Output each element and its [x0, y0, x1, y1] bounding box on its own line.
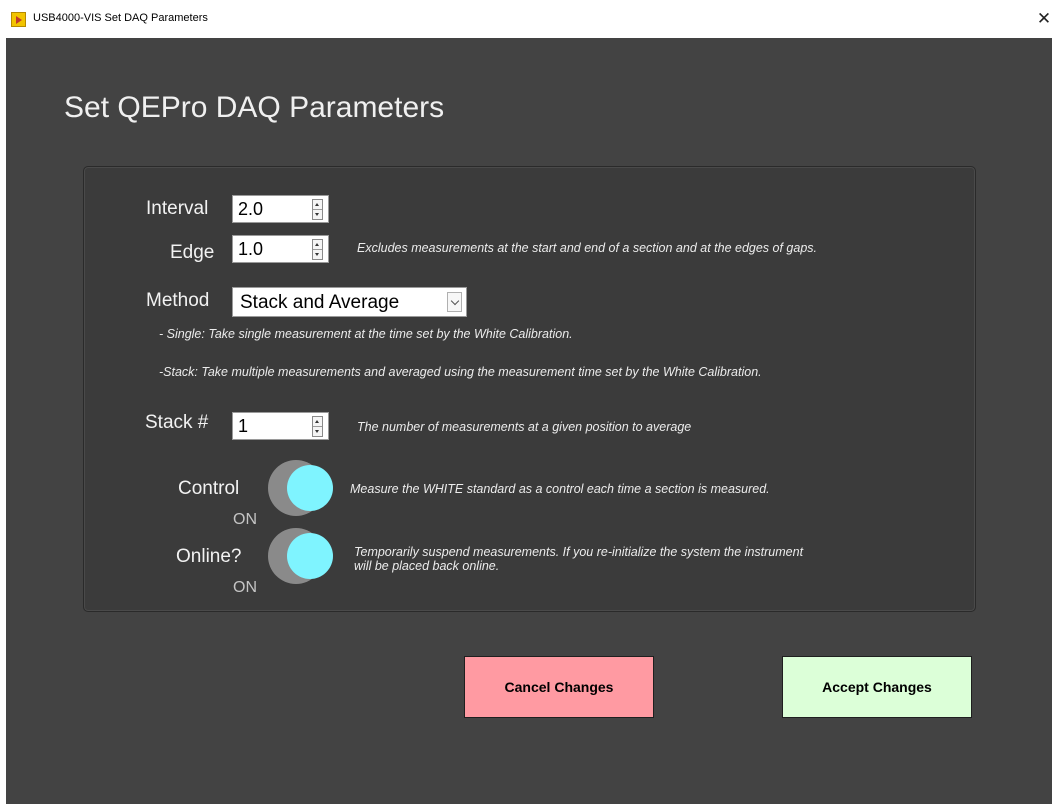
window-title: USB4000-VIS Set DAQ Parameters — [33, 12, 208, 24]
stack-value: 1 — [238, 416, 249, 436]
method-label: Method — [146, 290, 210, 311]
online-label: Online? — [176, 546, 242, 567]
app-icon — [11, 12, 26, 27]
interval-value: 2.0 — [238, 199, 264, 219]
chevron-down-icon[interactable] — [447, 292, 462, 312]
accept-changes-button[interactable]: Accept Changes — [782, 656, 972, 718]
control-label: Control — [178, 478, 240, 499]
method-note-stack: -Stack: Take multiple measurements and a… — [159, 365, 762, 379]
interval-increment-icon[interactable] — [313, 200, 322, 210]
online-toggle-knob[interactable] — [287, 533, 333, 579]
interval-label: Interval — [146, 198, 209, 219]
title-bar: USB4000-VIS Set DAQ Parameters ✕ — [0, 0, 1058, 38]
interval-spinner[interactable] — [312, 199, 323, 220]
method-selected-value: Stack and Average — [240, 292, 400, 313]
stack-input[interactable]: 1 — [232, 412, 329, 440]
edge-note: Excludes measurements at the start and e… — [357, 241, 818, 255]
online-note-line1: Temporarily suspend measurements. If you… — [354, 545, 804, 559]
control-note: Measure the WHITE standard as a control … — [350, 482, 770, 496]
cancel-changes-button[interactable]: Cancel Changes — [464, 656, 654, 718]
edge-input[interactable]: 1.0 — [232, 235, 329, 263]
edge-label: Edge — [170, 242, 215, 263]
online-toggle[interactable] — [268, 528, 334, 584]
stack-spinner[interactable] — [312, 416, 323, 437]
control-toggle[interactable] — [268, 460, 334, 516]
interval-decrement-icon[interactable] — [313, 210, 322, 220]
close-icon[interactable]: ✕ — [1030, 6, 1058, 32]
page-title: Set QEPro DAQ Parameters — [64, 91, 445, 124]
edge-spinner[interactable] — [312, 239, 323, 260]
online-state: ON — [233, 579, 257, 596]
stack-note: The number of measurements at a given po… — [357, 420, 692, 434]
method-note-single: - Single: Take single measurement at the… — [159, 327, 573, 341]
control-toggle-knob[interactable] — [287, 465, 333, 511]
edge-value: 1.0 — [238, 239, 264, 259]
dialog-window: USB4000-VIS Set DAQ Parameters ✕ Set QEP… — [0, 0, 1058, 804]
method-select[interactable]: Stack and Average — [232, 287, 467, 317]
edge-decrement-icon[interactable] — [313, 250, 322, 260]
stack-label: Stack # — [145, 412, 209, 433]
edge-increment-icon[interactable] — [313, 240, 322, 250]
dialog-body: Set QEPro DAQ Parameters Interval 2.0 Ed… — [6, 38, 1052, 804]
interval-input[interactable]: 2.0 — [232, 195, 329, 223]
stack-decrement-icon[interactable] — [313, 427, 322, 437]
online-note-line2: will be placed back online. — [354, 559, 500, 573]
control-state: ON — [233, 511, 257, 528]
stack-increment-icon[interactable] — [313, 417, 322, 427]
